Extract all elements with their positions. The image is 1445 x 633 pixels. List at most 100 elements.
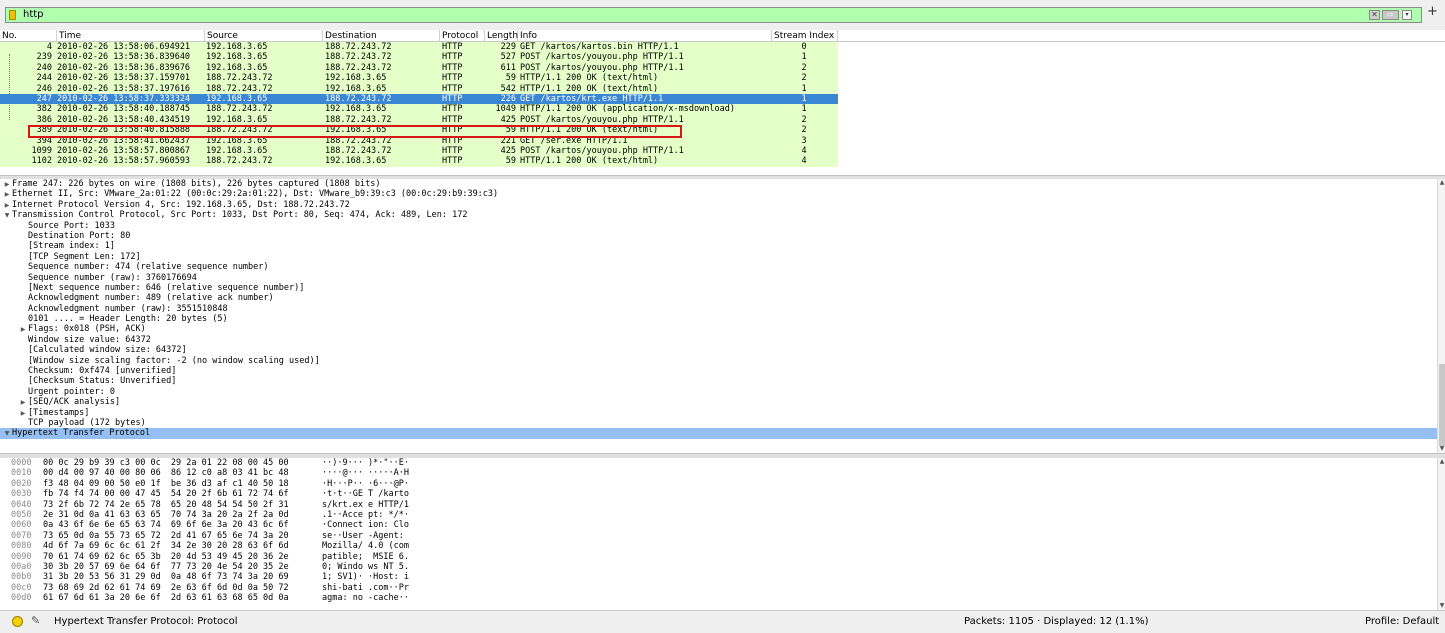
detail-tree-item[interactable]: Sequence number: 474 (relative sequence … — [0, 262, 1437, 272]
hex-offset: 0030 — [11, 489, 32, 500]
detail-tree-item[interactable]: TCP payload (172 bytes) — [0, 418, 1437, 428]
hex-offset: 00a0 — [11, 561, 32, 572]
hex-dump-line[interactable]: 0020 f3 48 04 09 00 50 e0 1f be 36 d3 af … — [0, 479, 1437, 489]
packet-row-selected[interactable]: 247 2010-02-26 13:58:37.333324 192.168.3.6… — [0, 93, 838, 105]
detail-tree-item[interactable]: ▶ [SEQ/ACK analysis] — [0, 397, 1437, 407]
status-profile[interactable]: Profile: Default — [1365, 616, 1439, 628]
bytes-scrollbar[interactable]: ▲ ▼ — [1437, 458, 1445, 610]
packet-row[interactable]: 246 2010-02-26 13:58:37.197616 188.72.243.… — [0, 83, 838, 94]
detail-tree-item-text: [TCP Segment Len: 172] — [28, 251, 141, 262]
detail-tree-item[interactable]: ▶ Flags: 0x018 (PSH, ACK) — [0, 324, 1437, 334]
history-dropdown-icon[interactable]: ▾ — [1402, 10, 1412, 20]
packet-cell-stream: 0 — [801, 42, 807, 52]
bookmark-icon[interactable] — [9, 10, 16, 20]
packet-row[interactable]: 240 2010-02-26 13:58:36.839676 192.168.3.6… — [0, 62, 838, 74]
expert-info-icon[interactable] — [12, 616, 23, 627]
packet-cell-destination: 188.72.243.72 — [325, 114, 392, 125]
display-filter-input[interactable]: http ✕ ⇨ ▾ — [5, 7, 1422, 23]
detail-tree-item[interactable]: Destination Port: 80 — [0, 231, 1437, 241]
hex-dump-line[interactable]: 0070 73 65 0d 0a 55 73 65 72 2d 41 67 65 … — [0, 531, 1437, 541]
display-filter-text[interactable]: http — [23, 9, 44, 21]
packet-cell-time: 2010-02-26 13:58:37.197616 — [57, 83, 191, 94]
detail-tree-item[interactable]: ▼ Hypertext Transfer Protocol — [0, 428, 1437, 439]
hex-dump-line[interactable]: 0010 00 d4 00 97 40 00 80 06 86 12 c0 a8 … — [0, 468, 1437, 478]
column-header-time[interactable]: Time — [57, 30, 205, 42]
apply-arrow-icon[interactable]: ⇨ — [1382, 10, 1399, 20]
detail-tree-item[interactable]: Acknowledgment number: 489 (relative ack… — [0, 293, 1437, 303]
packet-cell-destination: 188.72.243.72 — [325, 52, 392, 63]
packet-details-tree[interactable]: ▶ Frame 247: 226 bytes on wire (1808 bits… — [0, 179, 1437, 453]
hex-bytes: 73 68 69 2d 62 61 74 69 2e 63 6f 6d 0d 0… — [43, 582, 289, 593]
status-field-info: Hypertext Transfer Protocol: Protocol — [54, 616, 238, 627]
collapse-arrow-icon[interactable]: ▼ — [2, 429, 12, 439]
detail-tree-item[interactable]: Urgent pointer: 0 — [0, 387, 1437, 397]
packet-row[interactable]: 1099 2010-02-26 13:58:57.800867 192.168.3.… — [0, 145, 838, 157]
packet-row[interactable]: 382 2010-02-26 13:58:40.188745 188.72.243.… — [0, 104, 838, 115]
packet-row[interactable]: 4 2010-02-26 13:58:06.694921 192.168.3.65 1… — [0, 42, 838, 53]
detail-tree-item[interactable]: [Window size scaling factor: -2 (no wind… — [0, 356, 1437, 366]
details-scrollbar[interactable]: ▲ ▼ — [1437, 179, 1445, 453]
detail-tree-item[interactable]: 0101 .... = Header Length: 20 bytes (5) — [0, 314, 1437, 324]
detail-tree-item[interactable]: ▶ Internet Protocol Version 4, Src: 192.1… — [0, 200, 1437, 210]
column-header-protocol[interactable]: Protocol — [440, 30, 485, 42]
detail-tree-item[interactable]: Sequence number (raw): 3760176694 — [0, 273, 1437, 283]
detail-tree-item[interactable]: [Calculated window size: 64372] — [0, 345, 1437, 355]
add-button-icon[interactable]: + — [1427, 5, 1438, 18]
packet-row[interactable]: 386 2010-02-26 13:58:40.434519 192.168.3.6… — [0, 114, 838, 126]
detail-tree-item[interactable]: ▶ Ethernet II, Src: VMware_2a:01:22 (00:0… — [0, 189, 1437, 199]
packet-cell-length: 527 — [500, 52, 516, 63]
hex-dump-line[interactable]: 0060 0a 43 6f 6e 6e 65 63 74 69 6f 6e 3a … — [0, 520, 1437, 530]
detail-tree-item[interactable]: Acknowledgment number (raw): 3551510848 — [0, 304, 1437, 314]
hex-offset: 0010 — [11, 468, 32, 479]
scroll-up-icon[interactable]: ▲ — [1438, 179, 1445, 187]
hex-dump-line[interactable]: 00a0 30 3b 20 57 69 6e 64 6f 77 73 20 4e … — [0, 562, 1437, 572]
column-header-source[interactable]: Source — [205, 30, 323, 42]
detail-tree-item[interactable]: Checksum: 0xf474 [unverified] — [0, 366, 1437, 376]
edit-comment-icon[interactable]: ✎ — [31, 614, 40, 627]
packet-row[interactable]: 244 2010-02-26 13:58:37.159701 188.72.243.… — [0, 73, 838, 84]
packet-row[interactable]: 239 2010-02-26 13:58:36.839640 192.168.3.6… — [0, 52, 838, 63]
detail-tree-item[interactable]: ▶ [Timestamps] — [0, 408, 1437, 418]
detail-tree-item[interactable]: [Stream index: 1] — [0, 241, 1437, 251]
packet-cell-time: 2010-02-26 13:58:36.839640 — [57, 52, 191, 63]
detail-tree-item-text: Urgent pointer: 0 — [28, 386, 115, 397]
column-header-stream-index[interactable]: Stream Index — [772, 30, 838, 42]
packet-cell-length: 1049 — [495, 104, 516, 115]
detail-tree-item[interactable]: [TCP Segment Len: 172] — [0, 252, 1437, 262]
column-header-info[interactable]: Info — [518, 30, 772, 42]
packet-cell-length: 425 — [500, 114, 516, 125]
detail-tree-item[interactable]: ▼ Transmission Control Protocol, Src Port… — [0, 210, 1437, 220]
hex-dump-line[interactable]: 0000 00 0c 29 b9 39 c3 00 0c 29 2a 01 22 … — [0, 458, 1437, 468]
hex-dump-line[interactable]: 00b0 31 3b 20 53 56 31 29 0d 0a 48 6f 73 … — [0, 572, 1437, 582]
detail-tree-item[interactable]: [Checksum Status: Unverified] — [0, 376, 1437, 386]
detail-tree-item[interactable]: [Next sequence number: 646 (relative seq… — [0, 283, 1437, 293]
hex-bytes: 0a 43 6f 6e 6e 65 63 74 69 6f 6e 3a 20 4… — [43, 520, 289, 531]
scroll-down-icon[interactable]: ▼ — [1438, 602, 1445, 610]
packet-list[interactable]: No. Time Source Destination Protocol Len… — [0, 30, 1445, 175]
hex-dump-line[interactable]: 0030 fb 74 f4 74 00 00 47 45 54 20 2f 6b … — [0, 489, 1437, 499]
packet-cell-protocol: HTTP — [442, 145, 463, 156]
hex-dump-line[interactable]: 00c0 73 68 69 2d 62 61 74 69 2e 63 6f 6d … — [0, 583, 1437, 593]
detail-tree-item[interactable]: ▶ Frame 247: 226 bytes on wire (1808 bits… — [0, 179, 1437, 189]
hex-dump-line[interactable]: 0040 73 2f 6b 72 74 2e 65 78 65 20 48 54 … — [0, 500, 1437, 510]
packet-cell-info: HTTP/1.1 200 OK (text/html) — [520, 83, 659, 94]
collapse-arrow-icon[interactable]: ▼ — [2, 211, 12, 221]
packet-row[interactable]: 1102 2010-02-26 13:58:57.960593 188.72.243… — [0, 156, 838, 167]
detail-tree-item-text: Window size value: 64372 — [28, 334, 151, 345]
detail-tree-item[interactable]: Window size value: 64372 — [0, 335, 1437, 345]
column-header-destination[interactable]: Destination — [323, 30, 440, 42]
hex-dump-line[interactable]: 0090 70 61 74 69 62 6c 65 3b 20 4d 53 49 … — [0, 552, 1437, 562]
details-scrollbar-thumb[interactable] — [1439, 364, 1445, 446]
hex-ascii: ·t·t··GE T /karto — [322, 489, 409, 500]
clear-icon[interactable]: ✕ — [1369, 10, 1380, 20]
hex-dump-line[interactable]: 0050 2e 31 0d 0a 41 63 63 65 70 74 3a 20 … — [0, 510, 1437, 520]
column-header-length[interactable]: Length — [485, 30, 518, 42]
hex-dump-line[interactable]: 00d0 61 67 6d 61 3a 20 6e 6f 2d 63 61 63 … — [0, 593, 1437, 603]
packet-bytes-pane[interactable]: 0000 00 0c 29 b9 39 c3 00 0c 29 2a 01 22 … — [0, 458, 1437, 610]
column-header-no[interactable]: No. — [0, 30, 57, 42]
scroll-up-icon[interactable]: ▲ — [1438, 458, 1445, 466]
hex-dump-line[interactable]: 0080 4d 6f 7a 69 6c 6c 61 2f 34 2e 30 20 … — [0, 541, 1437, 551]
hex-bytes: 61 67 6d 61 3a 20 6e 6f 2d 63 61 63 68 6… — [43, 593, 289, 604]
detail-tree-item[interactable]: Source Port: 1033 — [0, 221, 1437, 231]
scroll-down-icon[interactable]: ▼ — [1438, 445, 1445, 453]
